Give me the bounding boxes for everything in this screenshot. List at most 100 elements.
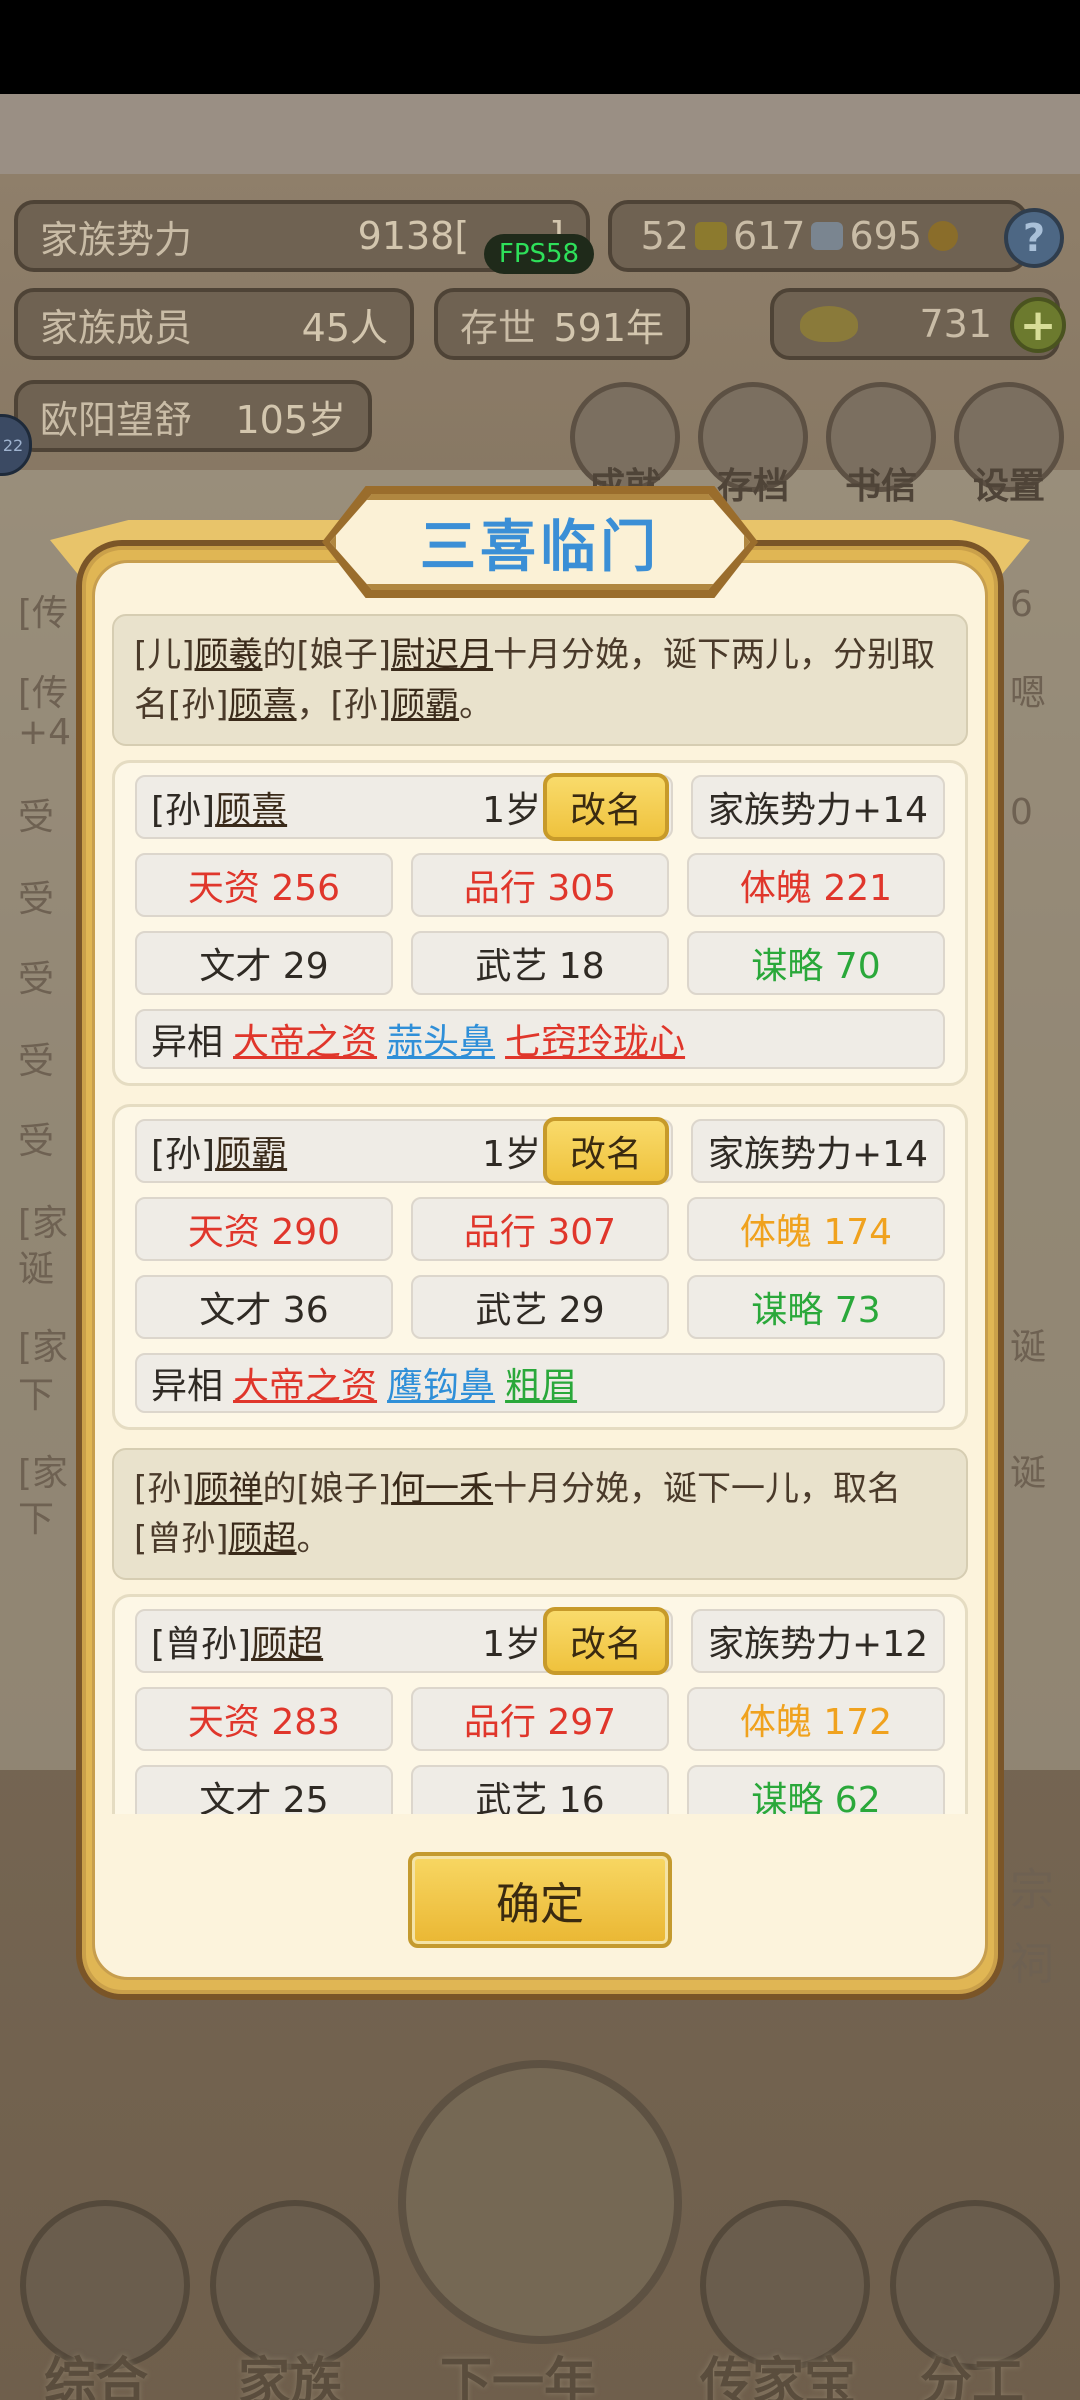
strategy-stat: 谋略 62 — [687, 1765, 945, 1814]
members-pill: 家族成员 45人 — [14, 288, 414, 360]
martial-stat: 武艺 18 — [411, 931, 669, 995]
person-link[interactable]: 顾超 — [229, 1519, 297, 1559]
bg-log-text: 受 — [18, 797, 55, 838]
bg-log-text-right: 6 — [1010, 584, 1033, 625]
rename-button[interactable]: 改名 — [543, 773, 669, 841]
traits-row: 异相 大帝之资 鹰钩鼻 粗眉 — [135, 1353, 945, 1413]
birth-message: [孙]顾禅的[娘子]何一禾十月分娩，诞下一儿，取名[曾孙]顾超。 — [112, 1448, 968, 1580]
traits-label: 异相 — [151, 1022, 224, 1063]
members-value: 45人 — [301, 305, 388, 350]
bracket-open: [ — [454, 214, 470, 258]
bg-log-text: 下 — [18, 1499, 55, 1540]
elder-age: 105岁 — [235, 397, 346, 442]
person-link[interactable]: 顾禅 — [195, 1469, 263, 1509]
elder-name: 欧阳望舒 — [40, 397, 193, 442]
message-text: 的[娘子] — [262, 1469, 392, 1509]
letters-button[interactable]: 书信 — [826, 382, 936, 507]
child-age: 1岁 — [482, 1624, 541, 1665]
person-link[interactable]: 尉迟月 — [391, 635, 493, 675]
settings-label: 设置 — [972, 466, 1045, 507]
resource-3-value: 695 — [849, 214, 922, 258]
bg-log-text: [家 — [18, 1453, 69, 1494]
trait-link[interactable]: 粗眉 — [505, 1357, 577, 1409]
gold-ingot-icon — [800, 306, 858, 342]
clan-power-gain: 家族势力+12 — [691, 1609, 945, 1673]
trait-link[interactable]: 蒜头鼻 — [387, 1013, 495, 1065]
bg-log-text: 受 — [18, 1121, 55, 1162]
child-name-cell: [孙] 顾霸 1岁 改名 — [135, 1117, 673, 1185]
achievements-button[interactable]: 成就 — [570, 382, 680, 507]
bg-log-text-right: 诞 — [1010, 1453, 1047, 1494]
trait-link[interactable]: 鹰钩鼻 — [387, 1357, 495, 1409]
nav-next-year-button[interactable] — [398, 2060, 682, 2344]
message-text: [儿] — [134, 635, 195, 675]
trait-link[interactable]: 大帝之资 — [233, 1013, 377, 1065]
fps-counter: FPS58 — [484, 234, 594, 274]
existence-label: 存世 — [460, 305, 537, 350]
settings-button[interactable]: 设置 — [954, 382, 1064, 507]
person-link[interactable]: 顾羲 — [195, 635, 263, 675]
confirm-button[interactable]: 确定 — [408, 1852, 672, 1948]
bg-log-text: 受 — [18, 1041, 55, 1082]
rename-button[interactable]: 改名 — [543, 1607, 669, 1675]
child-relation: [曾孙] — [151, 1624, 252, 1665]
message-text: ，[孙] — [296, 685, 392, 725]
bg-log-text: 受 — [18, 879, 55, 920]
bg-log-text: [家 — [18, 1327, 69, 1368]
child-relation: [孙] — [151, 1134, 216, 1175]
dialog-scroll-area[interactable]: [儿]顾羲的[娘子]尉迟月十月分娩，诞下两儿，分别取名[孙]顾熹，[孙]顾霸。 … — [112, 614, 968, 1814]
bg-log-text: 受 — [18, 959, 55, 1000]
elder-pill: 欧阳望舒 105岁 — [14, 380, 372, 452]
message-text: 的[娘子] — [262, 635, 392, 675]
message-text: [孙] — [134, 1469, 195, 1509]
traits-label: 异相 — [151, 1366, 224, 1407]
help-button[interactable]: ? — [1004, 208, 1064, 268]
nav-division-label: 分工 — [920, 2353, 1025, 2400]
person-link[interactable]: 何一禾 — [391, 1469, 493, 1509]
save-button[interactable]: 存档 — [698, 382, 808, 507]
existence-pill: 存世 591年 — [434, 288, 690, 360]
resources-pill: 52 617 695 — [608, 200, 1028, 272]
rename-button[interactable]: 改名 — [543, 1117, 669, 1185]
coin-icon — [928, 221, 958, 251]
talent-stat: 天资 256 — [135, 853, 393, 917]
trait-link[interactable]: 大帝之资 — [233, 1357, 377, 1409]
clan-power-gain: 家族势力+14 — [691, 1119, 945, 1183]
gold-bar-icon — [694, 222, 727, 250]
child-name[interactable]: 顾霸 — [215, 1125, 287, 1177]
child-name[interactable]: 顾超 — [251, 1615, 323, 1667]
child-name[interactable]: 顾熹 — [215, 781, 287, 833]
nav-heirloom-label: 传家宝 — [700, 2353, 857, 2400]
message-text: 。 — [459, 685, 494, 725]
bg-log-text-right: 0 — [1010, 792, 1033, 833]
child-name-cell: [曾孙] 顾超 1岁 改名 — [135, 1607, 673, 1675]
bg-log-text: 诞 — [18, 1249, 55, 1290]
existence-value: 591年 — [553, 305, 664, 350]
resource-1-value: 52 — [640, 214, 689, 258]
bg-log-text: [家 — [18, 1203, 69, 1244]
person-link[interactable]: 顾熹 — [229, 685, 297, 725]
trait-link[interactable]: 七窍玲珑心 — [505, 1013, 685, 1065]
child-card: [孙] 顾熹 1岁 改名 家族势力+14 天资 256 品行 305 体魄 221… — [112, 760, 968, 1086]
bg-text-right: 宗 — [1010, 1865, 1054, 1916]
clan-power-value: 9138 — [357, 214, 455, 258]
child-age: 1岁 — [482, 790, 541, 831]
bg-log-text-right: 嗯 — [1010, 673, 1047, 714]
bg-log-text: [传 — [18, 673, 69, 714]
traits-row: 异相 大帝之资 蒜头鼻 七窍玲珑心 — [135, 1009, 945, 1069]
status-bar — [0, 0, 1080, 94]
top-band — [0, 94, 1080, 174]
silver-bar-icon — [811, 222, 844, 250]
child-relation: [孙] — [151, 790, 216, 831]
literary-stat: 文才 36 — [135, 1275, 393, 1339]
person-link[interactable]: 顾霸 — [391, 685, 459, 725]
nav-family-label: 家族 — [238, 2353, 343, 2400]
add-gold-button[interactable]: + — [1010, 297, 1066, 353]
strategy-stat: 谋略 70 — [687, 931, 945, 995]
message-text: 。 — [296, 1519, 331, 1559]
physique-stat: 体魄 174 — [687, 1197, 945, 1261]
bg-log-text-right: 诞 — [1010, 1327, 1047, 1368]
physique-stat: 体魄 172 — [687, 1687, 945, 1751]
bg-log-text: [传 — [18, 593, 69, 634]
strategy-stat: 谋略 73 — [687, 1275, 945, 1339]
